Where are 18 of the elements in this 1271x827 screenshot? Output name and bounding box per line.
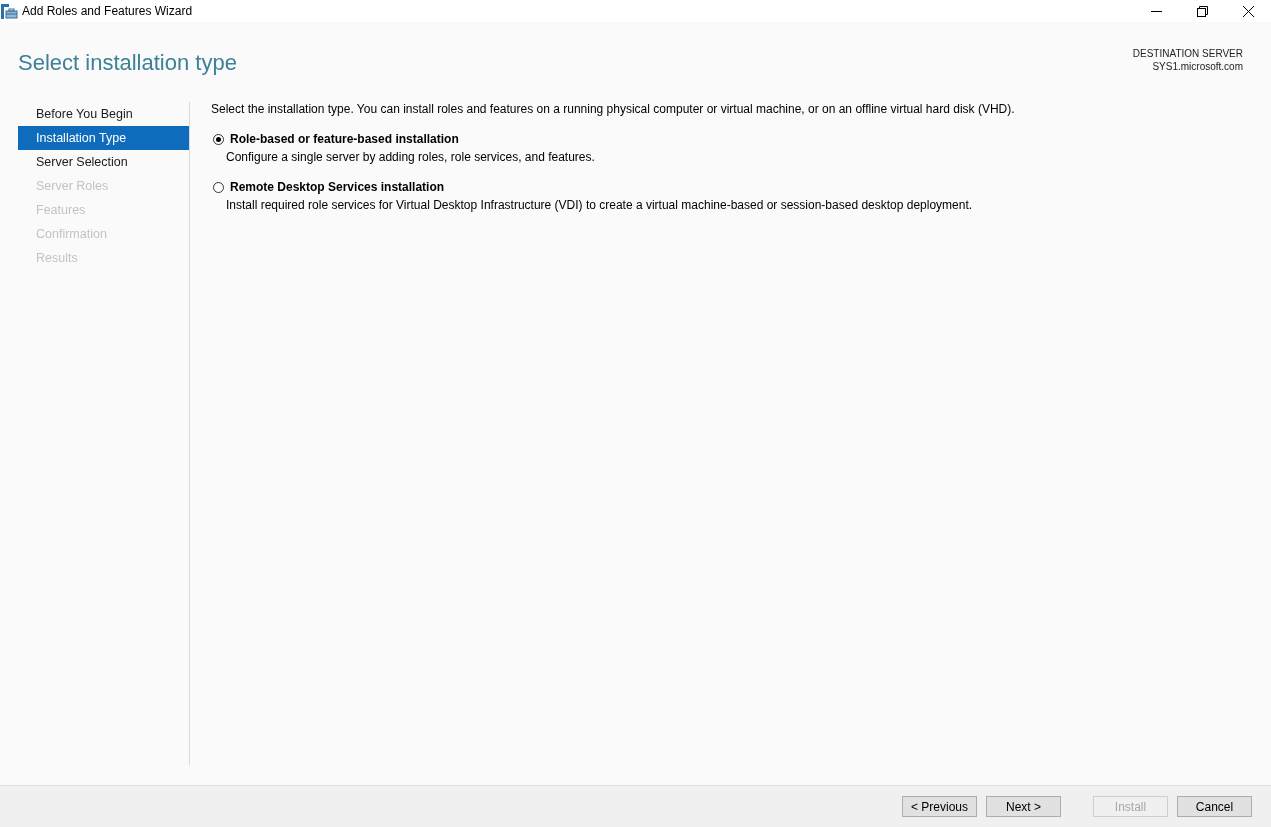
destination-server-name: SYS1.microsoft.com	[1152, 60, 1243, 73]
radio-button[interactable]	[213, 133, 224, 145]
wizard-step[interactable]: Server Selection	[18, 150, 189, 174]
intro-text: Select the installation type. You can install roles and features on a running physical computer or virtual machine, or on an offline virtual hard disk (VHD).	[211, 102, 1015, 116]
wizard-button[interactable]: Cancel	[1177, 796, 1252, 817]
option-label[interactable]: Role-based or feature-based installation	[230, 132, 459, 146]
option-label[interactable]: Remote Desktop Services installation	[230, 180, 445, 194]
wizard-step[interactable]: Installation Type	[18, 126, 189, 150]
option-description: Install required role services for Virtual Desktop Infrastructure (VDI) to create a virtual machine-based or session-based desktop deployment.	[226, 198, 973, 212]
radio-button[interactable]	[213, 181, 224, 193]
page-heading: Select installation type	[18, 49, 237, 77]
window-title: Add Roles and Features Wizard	[22, 4, 193, 18]
destination-server-label: DESTINATION SERVER	[1132, 47, 1243, 60]
wizard-button[interactable]: < Previous	[902, 796, 977, 817]
wizard-button[interactable]: Next >	[986, 796, 1061, 817]
option-description: Configure a single server by adding roles, role services, and features.	[226, 150, 595, 164]
wizard-step[interactable]: Before You Begin	[18, 102, 189, 126]
briefcase-icon	[1, 3, 18, 19]
